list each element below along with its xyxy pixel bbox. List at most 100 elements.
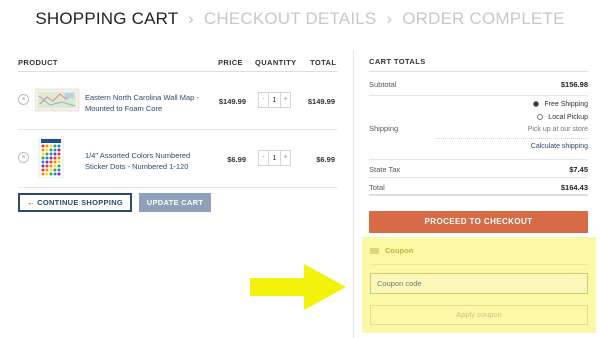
subtotal-row: Subtotal $156.98 <box>369 72 588 96</box>
shipping-option-pickup[interactable]: Local Pickup <box>537 114 588 121</box>
sticker-dot <box>45 148 49 152</box>
quantity-stepper[interactable]: - 1 + <box>258 92 291 108</box>
sticker-dot <box>41 164 45 168</box>
product-name[interactable]: 1/4" Assorted Colors Numbered Sticker Do… <box>85 150 215 172</box>
cart-row: × 1/4" Assorted Colors Numbered Sticker … <box>18 130 338 188</box>
total-row: Total $164.43 <box>369 178 588 196</box>
shipping-option-free[interactable]: Free Shipping <box>533 101 588 108</box>
qty-input[interactable]: 1 <box>268 151 281 165</box>
sticker-dot <box>45 152 49 156</box>
calculate-shipping-link[interactable]: Calculate shipping <box>531 143 588 150</box>
sticker-dot <box>49 164 53 168</box>
step-checkout-details[interactable]: CHECKOUT DETAILS <box>204 9 377 28</box>
sticker-dot <box>53 160 57 164</box>
qty-minus-button[interactable]: - <box>259 151 268 165</box>
sticker-dot <box>57 160 61 164</box>
cart-table: PRODUCT PRICE QUANTITY TOTAL × Eastern N… <box>18 50 338 188</box>
coupon-panel: Coupon Apply coupon <box>362 237 596 333</box>
cart-table-header: PRODUCT PRICE QUANTITY TOTAL <box>18 50 338 72</box>
header-quantity: QUANTITY <box>255 58 297 67</box>
sticker-dot <box>53 168 57 172</box>
sticker-dot <box>49 172 53 176</box>
sticker-dot <box>49 144 53 148</box>
proceed-to-checkout-button[interactable]: PROCEED TO CHECKOUT <box>369 211 588 233</box>
coupon-heading: Coupon <box>370 246 413 255</box>
sticker-dot <box>49 160 53 164</box>
sticker-dot <box>57 164 61 168</box>
shipping-option-label: Local Pickup <box>548 114 588 121</box>
shipping-label: Shipping <box>369 124 399 133</box>
step-separator: › <box>188 9 194 28</box>
continue-shopping-button[interactable]: ← CONTINUE SHOPPING <box>18 193 132 212</box>
sticker-dot <box>53 164 57 168</box>
sticker-dot <box>41 144 45 148</box>
sticker-dot <box>41 168 45 172</box>
product-price: $6.99 <box>227 155 246 164</box>
header-price: PRICE <box>218 58 243 67</box>
sticker-dots-thumbnail[interactable] <box>35 138 90 178</box>
sticker-dot <box>49 168 53 172</box>
radio-selected-icon[interactable] <box>533 101 540 108</box>
subtotal-label: Subtotal <box>369 80 397 89</box>
sticker-dot <box>41 148 45 152</box>
coupon-tag-icon <box>370 248 379 255</box>
total-amount: $164.43 <box>560 183 588 192</box>
column-divider <box>353 50 354 338</box>
cart-row: × Eastern North Carolina Wall Map - Moun… <box>18 72 338 130</box>
sticker-dot <box>53 148 57 152</box>
shipping-option-label: Free Shipping <box>544 101 588 108</box>
product-subtotal: $6.99 <box>316 155 335 164</box>
tax-row: State Tax $7.45 <box>369 160 588 178</box>
radio-icon[interactable] <box>537 114 544 121</box>
sticker-dot <box>45 160 49 164</box>
sticker-dot <box>45 156 49 160</box>
sticker-dot <box>53 144 57 148</box>
sticker-dot <box>57 152 61 156</box>
header-product: PRODUCT <box>18 58 58 67</box>
remove-icon[interactable]: × <box>18 94 29 105</box>
tax-label: State Tax <box>369 165 401 174</box>
qty-plus-button[interactable]: + <box>281 93 290 107</box>
sticker-dot <box>53 156 57 160</box>
product-name[interactable]: Eastern North Carolina Wall Map - Mounte… <box>85 92 215 114</box>
step-shopping-cart[interactable]: SHOPPING CART <box>35 9 178 28</box>
checkout-steps: SHOPPING CART › CHECKOUT DETAILS › ORDER… <box>0 9 600 29</box>
sticker-dot <box>41 152 45 156</box>
remove-icon[interactable]: × <box>18 152 29 163</box>
qty-minus-button[interactable]: - <box>259 93 268 107</box>
coupon-divider <box>370 264 588 265</box>
qty-plus-button[interactable]: + <box>281 151 290 165</box>
total-label: Total <box>369 183 385 192</box>
pointer-arrow <box>250 264 346 310</box>
quantity-stepper[interactable]: - 1 + <box>258 150 291 166</box>
pickup-note: Pick up at our store <box>527 126 588 133</box>
product-subtotal: $149.99 <box>307 97 335 106</box>
sticker-dot <box>49 156 53 160</box>
sticker-dot <box>57 168 61 172</box>
update-cart-button[interactable]: UPDATE CART <box>139 193 211 212</box>
tax-amount: $7.45 <box>569 165 588 174</box>
sticker-dot <box>57 148 61 152</box>
sticker-dot <box>57 156 61 160</box>
sticker-dot <box>53 152 57 156</box>
coupon-heading-label: Coupon <box>385 246 414 255</box>
apply-coupon-button[interactable]: Apply coupon <box>370 305 588 325</box>
map-thumbnail[interactable] <box>35 80 90 120</box>
sticker-dot <box>41 172 45 176</box>
sticker-dot <box>45 168 49 172</box>
cart-totals-title: CART TOTALS <box>369 50 588 72</box>
header-total: TOTAL <box>310 58 337 67</box>
cart-totals: CART TOTALS Subtotal $156.98 Shipping Fr… <box>369 50 588 196</box>
sticker-dot <box>45 144 49 148</box>
sticker-dot <box>45 164 49 168</box>
step-separator: › <box>386 9 393 28</box>
sticker-dot <box>49 148 53 152</box>
sticker-dot <box>45 172 49 176</box>
coupon-code-input[interactable] <box>370 273 588 294</box>
sticker-dot <box>41 156 45 160</box>
shipping-row: Shipping Free Shipping Local Pickup Pick… <box>369 96 588 160</box>
sticker-dot <box>57 144 61 148</box>
qty-input[interactable]: 1 <box>268 93 281 107</box>
subtotal-amount: $156.98 <box>560 80 588 89</box>
sticker-dot <box>57 172 61 176</box>
